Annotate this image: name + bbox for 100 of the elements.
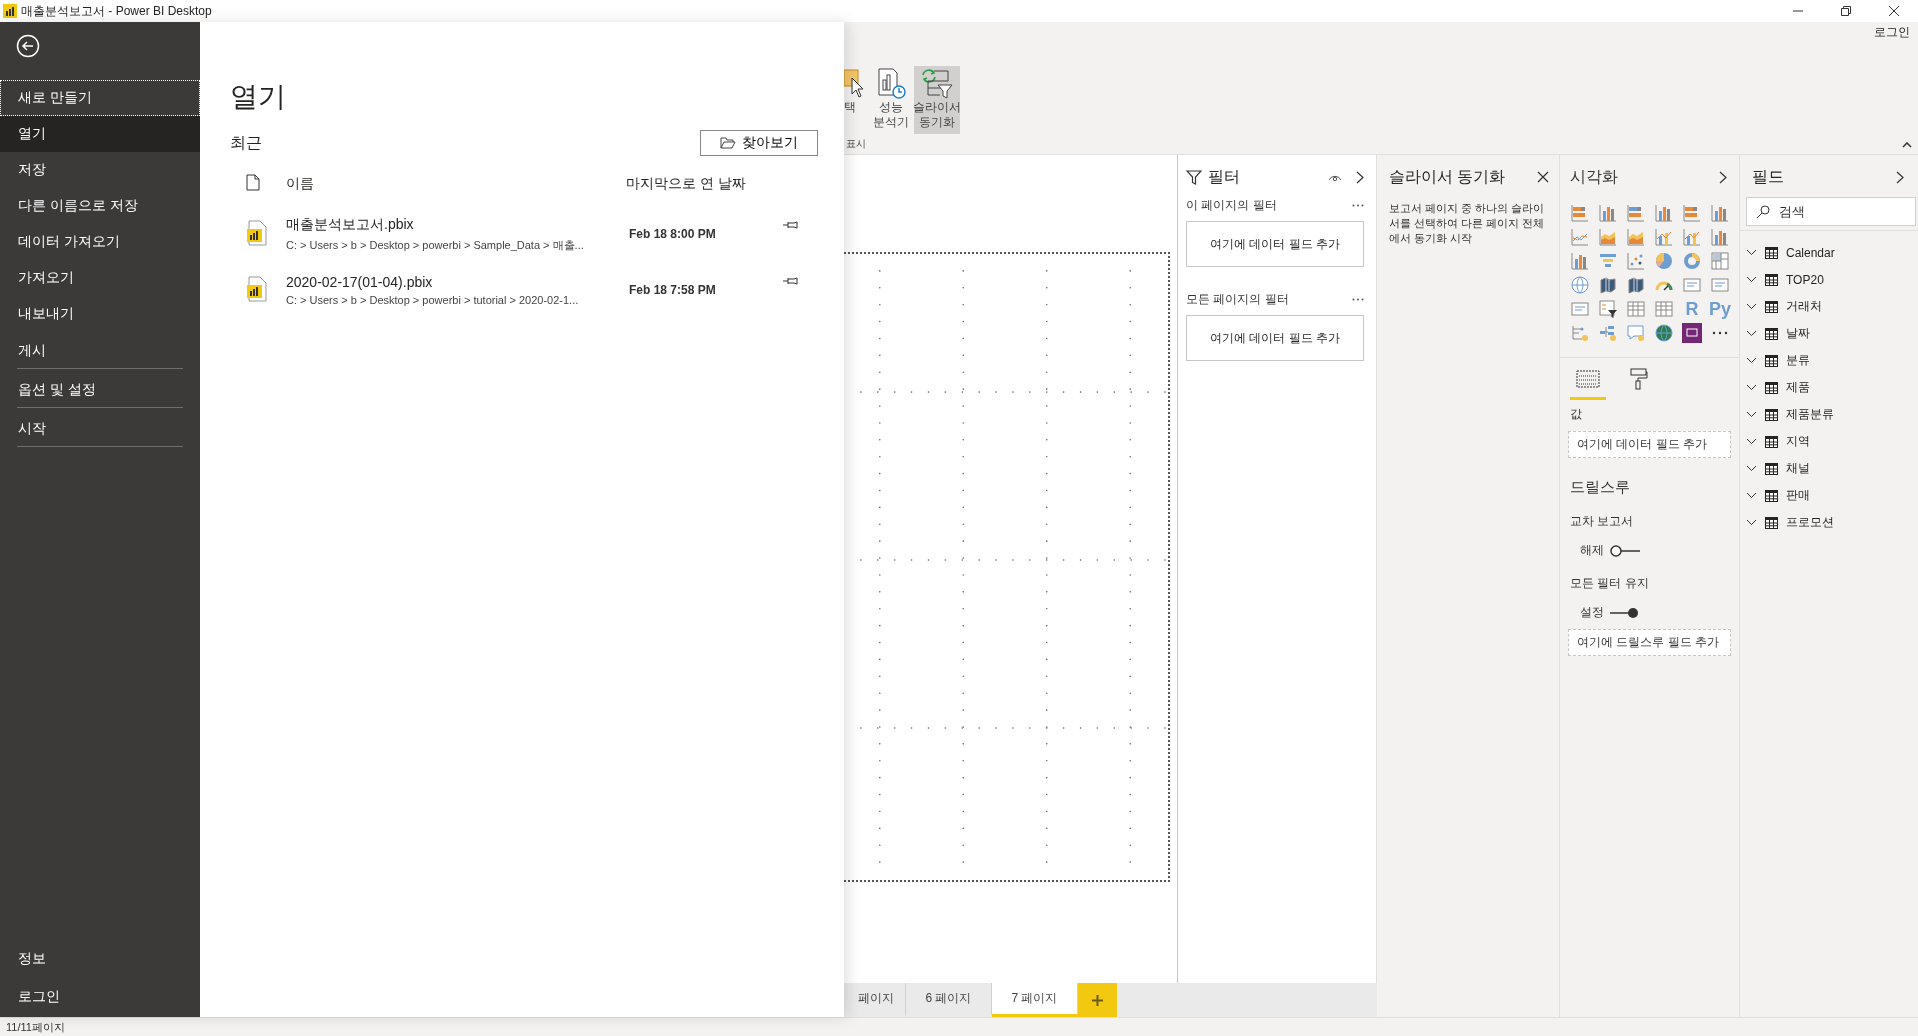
table-name[interactable]: 프로모션	[1786, 514, 1834, 531]
expand-chevron-icon[interactable]	[1746, 411, 1757, 418]
menu-item[interactable]: 로그인	[0, 979, 200, 1015]
treemap-icon[interactable]	[1710, 251, 1730, 271]
table-name[interactable]: 채널	[1786, 460, 1810, 477]
setting-label: 교차 보고서	[1570, 513, 1635, 530]
column-chart-icon[interactable]	[1654, 203, 1674, 223]
card-icon[interactable]	[1710, 275, 1730, 295]
sign-in-link[interactable]: 로그인	[1874, 24, 1910, 41]
section-title: 최근	[230, 132, 262, 153]
toggle-switch[interactable]	[1610, 606, 1640, 619]
drop-zone[interactable]: 여기에 데이터 필드 추가	[1568, 431, 1731, 458]
collapse-ribbon-icon[interactable]	[1902, 142, 1912, 148]
expand-chevron-icon[interactable]	[1746, 303, 1757, 310]
column-header[interactable]: 마지막으로 연 날짜	[626, 175, 746, 193]
drop-zone[interactable]: 여기에 드릴스루 필드 추가	[1568, 629, 1731, 656]
add-page-button[interactable]	[1078, 983, 1117, 1017]
bar-chart-icon[interactable]	[1626, 203, 1646, 223]
table-name[interactable]: 날짜	[1786, 325, 1810, 342]
search-field[interactable]: 검색	[1746, 197, 1916, 226]
ribbon-button[interactable]: 택	[844, 66, 868, 134]
pin-icon[interactable]	[782, 276, 798, 286]
file-path: C: > Users > b > Desktop > powerbi > tutorial > 2020-02-1...	[286, 294, 580, 306]
ribbon-button[interactable]: 성능 분석기	[868, 66, 914, 134]
expand-chevron-icon[interactable]	[1746, 330, 1757, 337]
more-options-icon[interactable]	[1352, 297, 1364, 301]
globe-icon[interactable]	[1654, 323, 1674, 343]
menu-item[interactable]: 데이터 가져오기	[0, 224, 200, 260]
page-tab[interactable]: 7 페이지	[992, 983, 1078, 1017]
file-name[interactable]: 매출분석보고서.pbix	[286, 215, 626, 234]
drop-zone[interactable]: 여기에 데이터 필드 추가	[1186, 221, 1364, 267]
table-name[interactable]: 판매	[1786, 487, 1810, 504]
expand-chevron-icon[interactable]	[1746, 357, 1757, 364]
donut-chart-icon[interactable]	[1682, 251, 1702, 271]
drop-zone[interactable]: 여기에 데이터 필드 추가	[1186, 315, 1364, 361]
table-name[interactable]: 거래처	[1786, 298, 1822, 315]
expand-chevron-icon[interactable]	[1746, 249, 1757, 256]
restore-icon[interactable]	[1840, 5, 1852, 17]
menu-item[interactable]: 열기	[0, 116, 200, 152]
menu-item[interactable]: 다른 이름으로 저장	[0, 188, 200, 224]
folder-icon	[720, 137, 736, 149]
table-name[interactable]: 제품분류	[1786, 406, 1834, 423]
menu-item[interactable]: 가져오기	[0, 260, 200, 296]
menu-item[interactable]: 저장	[0, 152, 200, 188]
card-icon[interactable]	[1682, 275, 1702, 295]
map-icon[interactable]	[1626, 275, 1646, 295]
table-name[interactable]: 지역	[1786, 433, 1810, 450]
file-name[interactable]: 2020-02-17(01-04).pbix	[286, 274, 626, 290]
globe-icon[interactable]	[1570, 275, 1590, 295]
column-chart-icon[interactable]	[1710, 203, 1730, 223]
combo-chart-icon[interactable]	[1682, 227, 1702, 247]
line-chart-icon[interactable]	[1570, 227, 1590, 247]
combo-chart-icon[interactable]	[1654, 227, 1674, 247]
ribbon-button[interactable]: 슬라이서 동기화	[914, 66, 960, 134]
pin-icon[interactable]	[782, 220, 798, 230]
chevron-right-icon[interactable]	[1896, 170, 1904, 184]
toggle-switch[interactable]	[1610, 544, 1640, 557]
key-influencers-icon[interactable]	[1570, 323, 1590, 343]
menu-item[interactable]: 정보	[0, 941, 200, 977]
expand-chevron-icon[interactable]	[1746, 438, 1757, 445]
table-icon	[1765, 435, 1778, 448]
table-name[interactable]: TOP20	[1786, 272, 1824, 287]
area-chart-icon[interactable]	[1626, 227, 1646, 247]
close-icon[interactable]	[1537, 171, 1549, 183]
table-icon	[1765, 381, 1778, 394]
chevron-right-icon[interactable]	[1356, 170, 1364, 184]
report-file-icon	[246, 275, 268, 302]
card-icon[interactable]	[1570, 299, 1590, 319]
table-icon	[1765, 246, 1778, 259]
file-date: Feb 18 8:00 PM	[628, 227, 717, 241]
apps-icon[interactable]	[1682, 323, 1702, 343]
expand-chevron-icon[interactable]	[1746, 384, 1757, 391]
expand-chevron-icon[interactable]	[1746, 276, 1757, 283]
bar-chart-icon[interactable]	[1570, 203, 1590, 223]
column-chart-icon[interactable]	[1710, 227, 1730, 247]
back-icon[interactable]	[16, 34, 40, 58]
expand-chevron-icon[interactable]	[1746, 519, 1757, 526]
slicer-icon[interactable]	[1598, 299, 1618, 319]
table-name[interactable]: 제품	[1786, 379, 1810, 396]
bar-chart-icon[interactable]	[1682, 203, 1702, 223]
map-icon[interactable]	[1598, 275, 1618, 295]
pane-title: 슬라이서 동기화	[1389, 166, 1506, 187]
chevron-right-icon[interactable]	[1719, 170, 1727, 184]
column-header[interactable]: 이름	[286, 175, 626, 193]
pie-chart-icon[interactable]	[1654, 251, 1674, 271]
speech-bubble-icon[interactable]	[1626, 323, 1646, 343]
setting-label: 모든 필터 유지	[1570, 575, 1650, 592]
area-chart-icon[interactable]	[1598, 227, 1618, 247]
browse-button[interactable]: 찾아보기	[700, 130, 818, 156]
column-chart-icon[interactable]	[1570, 251, 1590, 271]
expand-chevron-icon[interactable]	[1746, 465, 1757, 472]
menu-item[interactable]: 내보내기	[0, 296, 200, 332]
close-icon[interactable]	[1888, 5, 1900, 17]
more-options-icon[interactable]	[1352, 203, 1364, 207]
column-chart-icon[interactable]	[1598, 203, 1618, 223]
table-icon[interactable]	[1654, 299, 1674, 319]
pane-tab[interactable]	[1570, 368, 1606, 400]
expand-chevron-icon[interactable]	[1746, 492, 1757, 499]
table-name[interactable]: 분류	[1786, 352, 1810, 369]
table-name[interactable]: Calendar	[1786, 245, 1835, 260]
